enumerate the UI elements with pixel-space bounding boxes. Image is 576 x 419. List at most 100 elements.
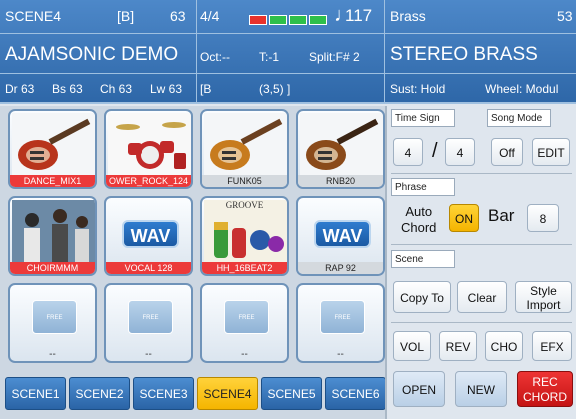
pad-label: DANCE_MIX1 [10, 175, 95, 187]
pad-label: VOCAL 128 [106, 262, 191, 274]
bass-guitar-icon [300, 113, 383, 177]
scene-button-3[interactable]: SCENE3 [133, 377, 194, 410]
performance-info-panel[interactable]: 4/4 ♩ 117 Oct:-- T:-1 Split:F# 2 [B (3,5… [197, 0, 385, 104]
voice-number: 53 [557, 8, 573, 24]
divider [391, 244, 572, 245]
divider [391, 173, 572, 174]
pad-4[interactable]: RNB20 [296, 109, 385, 189]
mixer-chord: Ch 63 [100, 82, 133, 96]
scene-button-5[interactable]: SCENE5 [261, 377, 322, 410]
divider [197, 33, 384, 34]
pad-label: -- [49, 349, 56, 360]
choir-photo-icon [12, 200, 95, 264]
auto-chord-on-button[interactable]: ON [449, 204, 479, 232]
divider [0, 73, 196, 74]
free-slot-badge: FREE [128, 300, 173, 334]
pad-7[interactable]: GROOVEGROOVEHH_16BEAT2 [200, 196, 289, 276]
groove-title: GROOVE [204, 200, 285, 210]
electric-guitar-icon [204, 113, 287, 177]
pad-label: HH_16BEAT2 [202, 262, 287, 274]
copy-to-button[interactable]: Copy To [393, 281, 451, 313]
pad-label: -- [337, 349, 344, 360]
scene-button-1[interactable]: SCENE1 [5, 377, 66, 410]
time-sign-label: Time Sign [391, 109, 455, 127]
pad-12[interactable]: FREE -- [296, 283, 385, 363]
pad-2[interactable]: OWER_ROCK_124 [104, 109, 193, 189]
free-icon: FREE [108, 287, 189, 347]
song-mode-off-button[interactable]: Off [491, 138, 523, 166]
bank-indicator: [B] [117, 8, 135, 24]
divider [385, 73, 576, 74]
divider [0, 33, 196, 34]
groove-icon: GROOVEGROOVE [204, 200, 287, 264]
auto-chord-label: Auto Chord [401, 204, 437, 235]
new-button[interactable]: NEW [455, 371, 507, 407]
wav-badge: WAV [314, 220, 371, 248]
scene-bar: SCENE1 SCENE2 SCENE3 SCENE4 SCENE5 SCENE6 [0, 373, 386, 419]
bar-label: Bar [488, 206, 515, 225]
pad-3[interactable]: FUNK05 [200, 109, 289, 189]
pad-label: RNB20 [298, 175, 383, 187]
cho-button[interactable]: CHO [485, 331, 523, 361]
time-sign-denominator-button[interactable]: 4 [445, 138, 475, 166]
pad-11[interactable]: FREE -- [200, 283, 289, 363]
voice-category: Brass [390, 8, 426, 24]
song-mode-label: Song Mode [487, 109, 551, 127]
scene-label: Scene [391, 250, 455, 268]
split-point: Split:F# 2 [309, 50, 360, 64]
pad-10[interactable]: FREE -- [104, 283, 193, 363]
scene-button-2[interactable]: SCENE2 [69, 377, 130, 410]
wav-icon: WAV [108, 200, 189, 260]
pad-1[interactable]: DANCE_MIX1 [8, 109, 97, 189]
open-button[interactable]: OPEN [393, 371, 445, 407]
divider [197, 73, 384, 74]
time-sign-numerator-button[interactable]: 4 [393, 138, 423, 166]
voice-info-panel[interactable]: Brass 53 STEREO BRASS Sust: Hold Wheel: … [385, 0, 576, 104]
wav-icon: WAV [300, 200, 381, 260]
app-root: SCENE4 [B] 63 AJAMSONIC DEMO Dr 63 Bs 63… [0, 0, 576, 419]
pad-label: RAP 92 [298, 262, 383, 274]
scene-button-6[interactable]: SCENE6 [325, 377, 386, 410]
drum-kit-icon [108, 113, 191, 177]
pad-6[interactable]: WAV VOCAL 128 [104, 196, 193, 276]
style-info-panel[interactable]: SCENE4 [B] 63 AJAMSONIC DEMO Dr 63 Bs 63… [0, 0, 197, 104]
style-import-button[interactable]: Style Import [515, 281, 572, 313]
clear-button[interactable]: Clear [457, 281, 507, 313]
pad-label: OWER_ROCK_124 [106, 175, 191, 187]
mixer-drum: Dr 63 [5, 82, 35, 96]
transpose: T:-1 [259, 50, 280, 64]
efx-button[interactable]: EFX [532, 331, 572, 361]
pad-9[interactable]: FREE -- [8, 283, 97, 363]
scene-button-4[interactable]: SCENE4 [197, 377, 258, 410]
position-bank: [B [200, 82, 212, 96]
control-panel: Time Sign Song Mode 4 / 4 Off EDIT Phras… [385, 106, 576, 419]
position-value: (3,5) ] [259, 82, 291, 96]
bar-value-button[interactable]: 8 [527, 204, 559, 232]
tempo: 117 [345, 6, 373, 25]
time-signature: 4/4 [200, 8, 220, 24]
wav-badge: WAV [122, 220, 179, 248]
pad-label: FUNK05 [202, 175, 287, 187]
free-icon: FREE [204, 287, 285, 347]
pad-label: -- [145, 349, 152, 360]
divider [385, 33, 576, 34]
style-name: AJAMSONIC DEMO [5, 44, 179, 65]
phrase-label: Phrase [391, 178, 455, 196]
pad-5[interactable]: CHOIRMMM [8, 196, 97, 276]
free-slot-badge: FREE [32, 300, 77, 334]
beat-led [309, 15, 327, 25]
rec-chord-button[interactable]: REC CHORD [517, 371, 573, 407]
time-sign-slash: / [432, 140, 438, 162]
octave: Oct:-- [200, 50, 230, 64]
song-mode-edit-button[interactable]: EDIT [532, 138, 570, 166]
mixer-bass: Bs 63 [52, 82, 83, 96]
pad-8[interactable]: WAV RAP 92 [296, 196, 385, 276]
beat-led [249, 15, 267, 25]
mixer-lower: Lw 63 [150, 82, 183, 96]
rev-button[interactable]: REV [439, 331, 477, 361]
vol-button[interactable]: VOL [393, 331, 431, 361]
sustain-mode: Sust: Hold [390, 82, 446, 96]
free-icon: FREE [300, 287, 381, 347]
beat-led [269, 15, 287, 25]
free-slot-badge: FREE [224, 300, 269, 334]
